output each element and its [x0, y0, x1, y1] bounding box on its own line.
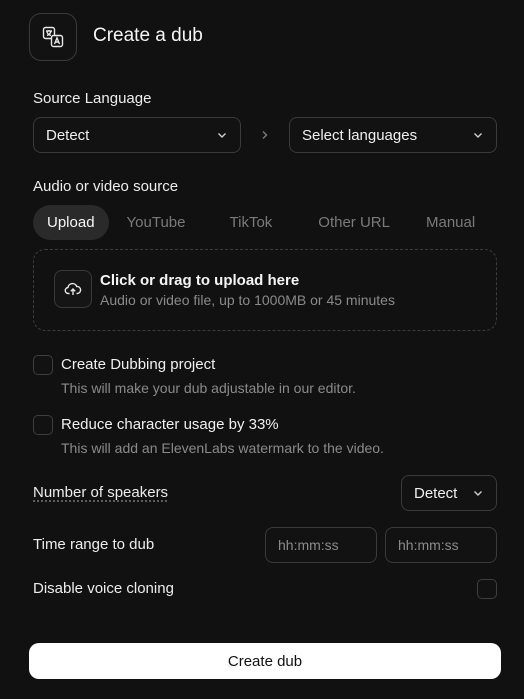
- reduce-usage-description: This will add an ElevenLabs watermark to…: [61, 440, 384, 456]
- tab-other-url[interactable]: Other URL: [304, 205, 404, 240]
- chevron-down-icon: [472, 129, 484, 141]
- speakers-label: Number of speakers: [33, 484, 169, 501]
- source-language-value: Detect: [46, 126, 90, 144]
- chevron-right-icon: [258, 128, 272, 142]
- page-title: Create a dub: [93, 25, 203, 46]
- source-tabs: Upload YouTube TikTok Other URL Manual: [33, 205, 493, 240]
- tab-tiktok[interactable]: TikTok: [216, 205, 287, 240]
- upload-icon: [54, 270, 92, 308]
- reduce-usage-checkbox[interactable]: [33, 415, 53, 435]
- upload-dropzone[interactable]: Click or drag to upload here Audio or vi…: [33, 249, 497, 331]
- chevron-down-icon: [216, 129, 228, 141]
- time-range-label: Time range to dub: [33, 536, 155, 553]
- source-language-select[interactable]: Detect: [33, 117, 241, 153]
- dubbing-project-description: This will make your dub adjustable in ou…: [61, 380, 356, 396]
- create-dub-panel: Create a dub Source Language Detect Sele…: [0, 0, 524, 699]
- chevron-down-icon: [472, 487, 484, 499]
- speakers-value: Detect: [414, 484, 458, 502]
- speakers-select[interactable]: Detect: [401, 475, 497, 511]
- reduce-usage-title: Reduce character usage by 33%: [61, 416, 279, 433]
- tab-manual[interactable]: Manual: [412, 205, 489, 240]
- time-range-end-input[interactable]: hh:mm:ss: [385, 527, 497, 563]
- translate-icon: [29, 13, 77, 61]
- voice-cloning-checkbox[interactable]: [477, 579, 497, 599]
- dropzone-title: Click or drag to upload here: [100, 272, 300, 289]
- tab-upload[interactable]: Upload: [33, 205, 109, 240]
- create-dub-button[interactable]: Create dub: [29, 643, 501, 679]
- source-section-label: Audio or video source: [33, 178, 179, 195]
- source-language-label: Source Language: [33, 90, 152, 107]
- time-range-start-input[interactable]: hh:mm:ss: [265, 527, 377, 563]
- target-languages-select[interactable]: Select languages: [289, 117, 497, 153]
- dubbing-project-checkbox[interactable]: [33, 355, 53, 375]
- tab-youtube[interactable]: YouTube: [113, 205, 200, 240]
- dubbing-project-title: Create Dubbing project: [61, 356, 216, 373]
- target-languages-placeholder: Select languages: [302, 126, 418, 144]
- dropzone-subtitle: Audio or video file, up to 1000MB or 45 …: [100, 292, 395, 308]
- voice-cloning-label: Disable voice cloning: [33, 580, 174, 597]
